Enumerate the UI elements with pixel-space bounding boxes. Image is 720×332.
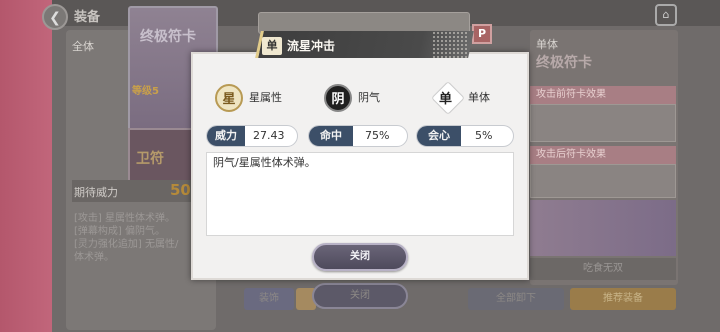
left-tab-all[interactable]: 全体: [72, 38, 94, 54]
accuracy-value: 75%: [365, 129, 390, 142]
back-button[interactable]: ❮: [42, 4, 68, 30]
unequip-all-button[interactable]: 全部卸下: [468, 288, 564, 310]
right-tab-single[interactable]: 单体: [536, 36, 558, 52]
secondary-card-label: 卫符: [136, 151, 164, 167]
card-rank: 等级5: [132, 86, 159, 97]
before-attack-effect-box: [530, 104, 676, 142]
power-label: 威力: [207, 126, 245, 146]
home-icon[interactable]: ⌂: [655, 4, 677, 26]
after-attack-effect-box: [530, 164, 676, 198]
star-attribute-icon: 星: [215, 84, 243, 112]
critical-stat-pill: 会心 5%: [416, 125, 514, 147]
right-card-title: 终极符卡: [536, 55, 592, 71]
power-value: 27.43: [253, 129, 285, 142]
skill-description: 阴气/星属性体术弹。: [206, 152, 514, 236]
yin-icon: 阴: [324, 84, 352, 112]
screen-title: 装备: [74, 10, 101, 25]
bg-close-button[interactable]: 关闭: [312, 283, 408, 309]
character-card-name: 吃食无双: [530, 258, 676, 280]
critical-value: 5%: [475, 129, 493, 142]
back-arrow-icon: ❮: [49, 10, 61, 26]
p-icon[interactable]: P: [472, 24, 492, 44]
power-stat-pill: 威力 27.43: [206, 125, 298, 147]
target-label: 单体: [468, 91, 490, 104]
target-type-badge: 单: [262, 37, 282, 55]
accuracy-label: 命中: [309, 126, 353, 146]
skill-name: 流星冲击: [287, 39, 336, 53]
after-attack-effect-label: 攻击后符卡效果: [530, 146, 676, 164]
critical-label: 会心: [417, 126, 461, 146]
recommend-equip-button[interactable]: 推荐装备: [570, 288, 676, 310]
banner-halftone-decoration: [432, 31, 468, 58]
character-card-image[interactable]: [530, 200, 676, 256]
before-attack-effect-label: 攻击前符卡效果: [530, 86, 676, 104]
spell-card-title: 终极符卡: [140, 29, 196, 45]
expected-power-label: 期待威力: [74, 186, 118, 199]
attribute-label: 星属性: [249, 91, 282, 104]
expected-power-value: 50: [170, 181, 191, 199]
accuracy-stat-pill: 命中 75%: [308, 125, 408, 147]
close-button[interactable]: 关闭: [312, 243, 408, 271]
yin-yang-label: 阴气: [358, 91, 380, 104]
decorate-button[interactable]: 装饰: [244, 288, 294, 310]
